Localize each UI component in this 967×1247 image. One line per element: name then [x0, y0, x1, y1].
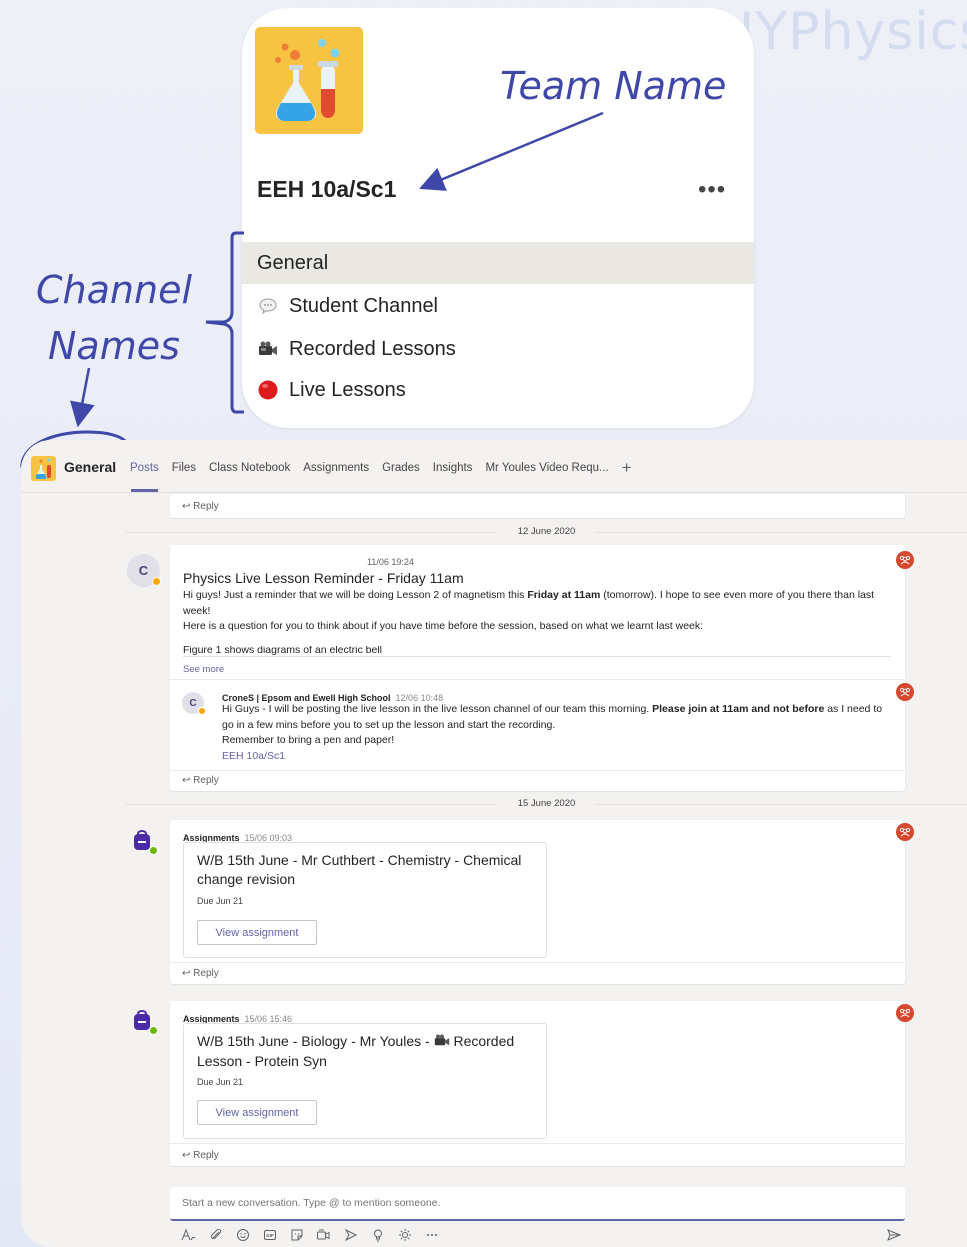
assignment-due-date: Due Jun 21 [197, 1077, 244, 1087]
svg-text:GIF: GIF [266, 1233, 274, 1238]
tab-class-notebook[interactable]: Class Notebook [209, 462, 290, 478]
view-assignment-button[interactable]: View assignment [197, 1100, 317, 1125]
presence-available-icon [149, 846, 158, 855]
tab-posts[interactable]: Posts [130, 462, 159, 478]
teams-channel-window: General Posts Files Class Notebook Assig… [21, 440, 967, 1247]
reply-button[interactable]: ↩ Reply [182, 775, 219, 786]
date-label: 12 June 2020 [517, 526, 576, 537]
team-badge-icon [896, 683, 914, 701]
tab-video-requests[interactable]: Mr Youles Video Requ... [485, 462, 608, 478]
assignment-post-card: Assignments 15/06 15:46 W/B 15th June - B… [170, 1001, 905, 1166]
reply-button[interactable]: ↩ Reply [182, 501, 219, 512]
channel-brace [205, 231, 244, 414]
camcorder-icon [257, 338, 279, 360]
post-title: Physics Live Lesson Reminder - Friday 11… [183, 570, 464, 586]
team-avatar-icon[interactable] [255, 27, 363, 134]
new-conversation-input[interactable] [182, 1197, 882, 1209]
reply-button[interactable]: ↩ Reply [182, 1150, 219, 1161]
assignment-card: W/B 15th June - Biology - Mr Youles - Re… [183, 1023, 547, 1139]
more-options-icon[interactable] [424, 1227, 439, 1242]
post-body: Hi guys! Just a reminder that we will be… [183, 589, 875, 632]
date-divider: 15 June 2020 [126, 798, 967, 810]
presence-away-icon [152, 577, 161, 586]
emoji-icon[interactable] [235, 1227, 250, 1242]
presence-available-icon [149, 1026, 158, 1035]
attach-icon[interactable] [208, 1227, 223, 1242]
post-card: 11/06 19:24 Physics Live Lesson Reminder… [170, 545, 905, 791]
praise-icon[interactable] [343, 1227, 358, 1242]
gif-icon[interactable]: GIF [262, 1227, 277, 1242]
red-circle-icon [257, 379, 279, 401]
channel-names-arrow [70, 367, 95, 428]
channel-tabs: Posts Files Class Notebook Assignments G… [130, 458, 632, 478]
channel-header: General Posts Files Class Notebook Assig… [21, 440, 967, 493]
team-name-annotation: Team Name [500, 64, 727, 108]
tab-insights[interactable]: Insights [433, 462, 473, 478]
lightbulb-icon[interactable] [370, 1227, 385, 1242]
presence-away-icon [198, 707, 206, 715]
assignment-title: W/B 15th June - Biology - Mr Youles - Re… [197, 1033, 515, 1069]
sun-icon[interactable] [397, 1227, 412, 1242]
channel-recorded-lessons[interactable]: Recorded Lessons [242, 328, 754, 370]
assignment-card: W/B 15th June - Mr Cuthbert - Chemistry … [183, 842, 547, 958]
speech-bubble-icon [257, 295, 279, 317]
channel-general[interactable]: General [242, 242, 754, 284]
view-assignment-button[interactable]: View assignment [197, 920, 317, 945]
channel-label: Live Lessons [289, 378, 406, 401]
reply-body: Hi Guys - I will be posting the live les… [222, 703, 883, 762]
post-body-truncated: Figure 1 shows diagrams of an electric b… [183, 646, 383, 656]
camcorder-icon [434, 1033, 450, 1052]
lab-flask-icon [275, 39, 340, 121]
assignment-post-card: Assignments 15/06 09:03 W/B 15th June - M… [170, 820, 905, 984]
team-avatar-small-icon [31, 456, 56, 481]
tab-assignments[interactable]: Assignments [303, 462, 369, 478]
add-tab-button[interactable]: + [622, 458, 632, 478]
active-tab-indicator [131, 489, 158, 492]
post-timestamp: 11/06 19:24 [367, 557, 414, 567]
compose-toolbar: GIF [181, 1227, 439, 1242]
date-divider: 12 June 2020 [126, 526, 967, 538]
date-label: 15 June 2020 [517, 798, 576, 809]
sticker-icon[interactable] [289, 1227, 304, 1242]
channel-label: General [257, 251, 329, 274]
channel-live-lessons[interactable]: Live Lessons [242, 369, 754, 411]
channel-label: Recorded Lessons [289, 337, 456, 360]
format-icon[interactable] [181, 1227, 196, 1242]
assignment-title: W/B 15th June - Mr Cuthbert - Chemistry … [197, 852, 522, 887]
previous-post-card: ↩ Reply [170, 494, 905, 518]
channel-title: General [64, 459, 117, 475]
see-more-link[interactable]: See more [183, 664, 224, 675]
compose-box[interactable] [170, 1187, 905, 1221]
channel-label: Student Channel [289, 294, 439, 317]
tab-files[interactable]: Files [172, 462, 196, 478]
channel-names-annotation-line1: Channel [36, 268, 193, 312]
reply-button[interactable]: ↩ Reply [182, 968, 219, 979]
meet-now-icon[interactable] [316, 1227, 331, 1242]
team-link[interactable]: EEH 10a/Sc1 [222, 750, 285, 762]
channel-names-annotation-line2: Names [48, 324, 180, 368]
more-options-icon[interactable]: ••• [698, 176, 726, 204]
tab-grades[interactable]: Grades [382, 462, 420, 478]
team-badge-icon [896, 823, 914, 841]
send-icon[interactable] [886, 1227, 902, 1243]
team-name[interactable]: EEH 10a/Sc1 [257, 176, 396, 203]
channel-student-channel[interactable]: Student Channel [242, 285, 754, 327]
team-badge-icon [896, 1004, 914, 1022]
team-badge-icon [896, 551, 914, 569]
assignment-due-date: Due Jun 21 [197, 896, 244, 906]
